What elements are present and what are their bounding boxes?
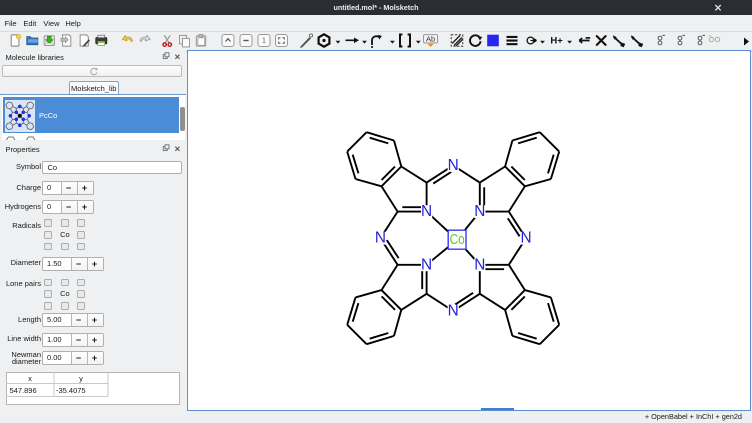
svg-text:1: 1	[262, 38, 266, 45]
svg-text:H+: H+	[550, 35, 563, 46]
svg-text:Ab: Ab	[426, 35, 435, 44]
